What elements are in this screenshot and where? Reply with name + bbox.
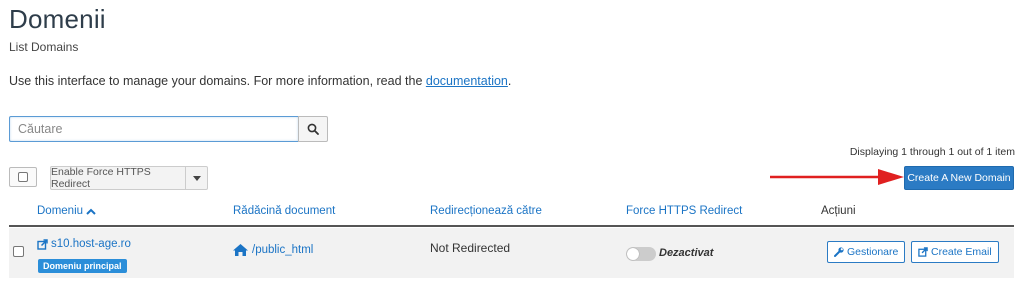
- search-input[interactable]: [9, 116, 299, 142]
- create-email-label: Create Email: [931, 246, 992, 258]
- wrench-icon: [834, 247, 844, 257]
- search-icon: [307, 123, 319, 135]
- intro-text-start: Use this interface to manage your domain…: [9, 74, 426, 88]
- domain-name: s10.host-age.ro: [51, 238, 131, 250]
- column-header-redirects[interactable]: Redirecționează către: [430, 205, 542, 217]
- create-email-button[interactable]: Create Email: [911, 241, 999, 263]
- manage-button-label: Gestionare: [847, 246, 899, 258]
- redirect-status: Not Redirected: [430, 241, 511, 255]
- external-link-icon: [37, 238, 48, 250]
- intro-text: Use this interface to manage your domain…: [9, 74, 511, 88]
- enable-https-redirect-button: Enable Force HTTPS Redirect: [50, 166, 186, 190]
- caret-down-icon: [192, 175, 201, 181]
- table-row: s10.host-age.ro Domeniu principal /publi…: [9, 228, 1014, 278]
- https-redirect-dropdown-toggle[interactable]: [185, 166, 208, 190]
- external-link-icon: [918, 247, 928, 257]
- home-icon: [233, 244, 248, 256]
- https-status-label: Dezactivat: [659, 247, 714, 259]
- pagination-info: Displaying 1 through 1 out of 1 item: [849, 146, 1015, 158]
- primary-domain-badge: Domeniu principal: [38, 259, 127, 273]
- select-all-checkbox[interactable]: [9, 167, 37, 187]
- column-header-docroot[interactable]: Rădăcină document: [233, 205, 335, 217]
- table-header: Domeniu Rădăcină document Redirecționeaz…: [9, 197, 1014, 227]
- https-redirect-toggle[interactable]: [626, 247, 656, 261]
- search-bar: [9, 116, 328, 142]
- create-new-domain-button[interactable]: Create A New Domain: [904, 166, 1014, 190]
- row-checkbox[interactable]: [13, 246, 24, 257]
- page-title: Domenii: [9, 4, 106, 34]
- docroot-path: /public_html: [252, 244, 314, 256]
- annotation-arrow-icon: [770, 169, 904, 185]
- column-header-domain-label: Domeniu: [37, 205, 84, 217]
- documentation-link[interactable]: documentation: [426, 74, 508, 88]
- sort-ascending-icon: [86, 208, 96, 215]
- toggle-knob: [627, 248, 639, 260]
- search-button[interactable]: [298, 116, 328, 142]
- page-subtitle: List Domains: [9, 40, 79, 54]
- column-header-actions: Acțiuni: [821, 205, 856, 217]
- manage-button[interactable]: Gestionare: [827, 241, 906, 263]
- column-header-https[interactable]: Force HTTPS Redirect: [626, 205, 742, 217]
- select-all-checkbox-box: [18, 172, 28, 182]
- column-header-domain[interactable]: Domeniu: [37, 205, 96, 217]
- domain-link[interactable]: s10.host-age.ro: [37, 238, 131, 250]
- docroot-link[interactable]: /public_html: [233, 244, 313, 256]
- intro-text-end: .: [507, 74, 512, 88]
